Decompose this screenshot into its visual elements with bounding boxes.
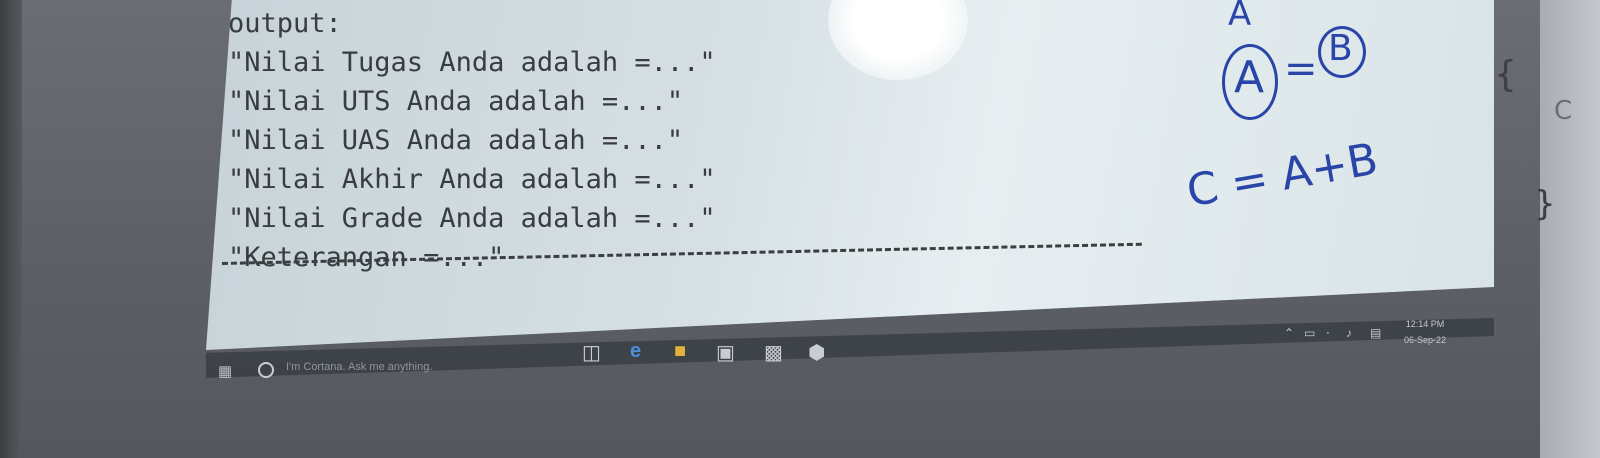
taskbar-clock[interactable]: 12:14 PM 06-Sep-22 xyxy=(1404,316,1446,348)
handwritten-a: A xyxy=(1234,52,1265,103)
tray-notification-icon[interactable]: ▤ xyxy=(1370,326,1381,340)
tray-network-icon[interactable]: ⋅ xyxy=(1326,326,1330,340)
output-line-grade: "Nilai Grade Anda adalah =..." xyxy=(228,203,716,234)
handwritten-edge-text: C xyxy=(1554,96,1573,126)
clock-date: 06-Sep-22 xyxy=(1404,335,1447,345)
handwritten-partial-top: A xyxy=(1228,0,1252,34)
tray-battery-icon[interactable]: ▭ xyxy=(1304,326,1315,340)
output-line-uas: "Nilai UAS Anda adalah =..." xyxy=(228,125,684,156)
clock-time: 12:14 PM xyxy=(1405,319,1445,329)
windows-start-icon[interactable]: ▦ xyxy=(218,362,232,380)
handwritten-b: B xyxy=(1328,28,1353,69)
app-icon-two[interactable]: ⬢ xyxy=(808,340,825,365)
console-output: output: "Nilai Tugas Anda adalah =..." "… xyxy=(228,4,716,277)
handwritten-equals: = xyxy=(1284,46,1318,92)
output-label: output: xyxy=(228,8,342,39)
app-icon-one[interactable]: ▩ xyxy=(764,340,783,365)
store-icon[interactable]: ▣ xyxy=(716,340,735,365)
screen-frame-right xyxy=(1540,0,1600,458)
cortana-search-input[interactable]: I'm Cortana. Ask me anything. xyxy=(286,361,432,373)
output-line-tugas: "Nilai Tugas Anda adalah =..." xyxy=(228,47,716,78)
tray-chevron-icon[interactable]: ⌃ xyxy=(1284,326,1294,340)
screen-frame-left xyxy=(0,0,22,458)
handwritten-brace-close: } xyxy=(1534,184,1556,224)
output-line-uts: "Nilai UTS Anda adalah =..." xyxy=(228,86,684,117)
task-view-icon[interactable]: ◫ xyxy=(582,340,601,365)
cortana-icon[interactable] xyxy=(258,362,274,378)
handwritten-brace-open: { xyxy=(1494,54,1517,95)
edge-browser-icon[interactable]: e xyxy=(630,340,641,363)
output-line-akhir: "Nilai Akhir Anda adalah =..." xyxy=(228,164,716,195)
file-explorer-icon[interactable]: ■ xyxy=(674,340,686,363)
tray-volume-icon[interactable]: ♪ xyxy=(1346,326,1352,340)
